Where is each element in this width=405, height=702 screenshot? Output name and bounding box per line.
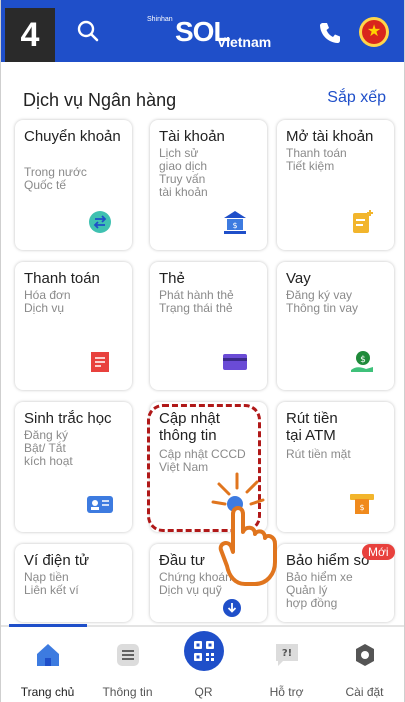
card-title: Sinh trắc học	[24, 410, 112, 427]
nav-support[interactable]: ?! Hỗ trợ	[246, 627, 327, 702]
card-subtitle: Thanh toán Tiết kiệm	[286, 146, 347, 173]
app-frame: 4 Shinhan SOL Vietnam ★ Dịch vụ Ngân hàn…	[0, 0, 405, 702]
card-title: Thanh toán	[24, 270, 100, 287]
card-subtitle: Đăng ký vay Thông tin vay	[286, 288, 359, 315]
nav-label: Cài đặt	[345, 685, 384, 699]
nav-home[interactable]: Trang chủ	[7, 627, 88, 702]
sort-button[interactable]: Sắp xếp	[327, 89, 386, 107]
new-badge: Mới	[362, 544, 395, 560]
step-badge: 4	[5, 8, 55, 62]
service-card-transfer[interactable]: Chuyển khoản Trong nước Quốc tế	[15, 120, 132, 250]
settings-icon	[356, 644, 374, 666]
phone-icon[interactable]	[317, 20, 343, 46]
logo-small-text: Shinhan	[147, 16, 173, 23]
bottom-nav: Trang chủ Thông tin QR ?! Hỗ trợ Cài đặt	[1, 627, 404, 702]
nav-settings[interactable]: Cài đặt	[324, 627, 404, 702]
card-title: Mở tài khoản	[286, 128, 374, 145]
loan-icon: $	[351, 351, 373, 372]
pointing-hand-icon	[211, 472, 277, 586]
svg-text:?!: ?!	[282, 648, 292, 659]
card-subtitle: Đăng ký Bật/ Tắt kích hoạt	[24, 428, 73, 468]
service-card-card[interactable]: Thẻ Phát hành thẻ Trạng thái thẻ	[150, 262, 267, 390]
download-icon	[223, 599, 241, 617]
svg-text:$: $	[360, 355, 366, 365]
home-icon	[37, 644, 59, 666]
nav-label: Trang chủ	[20, 685, 75, 699]
card-icon	[223, 354, 247, 370]
svg-text:$: $	[232, 221, 237, 230]
nav-label: QR	[194, 685, 213, 699]
svg-text:$: $	[359, 503, 364, 512]
search-icon[interactable]	[75, 18, 101, 44]
card-subtitle: Hóa đơn Dịch vụ	[24, 288, 71, 315]
transfer-icon	[89, 211, 111, 233]
nav-info[interactable]: Thông tin	[87, 627, 168, 702]
vietnam-flag-icon[interactable]: ★	[359, 17, 389, 47]
support-icon: ?!	[276, 644, 298, 666]
brand-logo: Shinhan SOL Vietnam	[147, 12, 277, 52]
card-subtitle: Lịch sử giao dịch Truy vấn tài khoản	[159, 146, 208, 199]
nav-label: Hỗ trợ	[269, 685, 304, 699]
service-card-biometric[interactable]: Sinh trắc học Đăng ký Bật/ Tắt kích hoạt	[15, 402, 132, 532]
service-card-open-account[interactable]: Mở tài khoản Thanh toán Tiết kiệm	[277, 120, 394, 250]
card-title: Rút tiền tại ATM	[286, 410, 338, 444]
service-card-payment[interactable]: Thanh toán Hóa đơn Dịch vụ	[15, 262, 132, 390]
card-subtitle: Bảo hiểm xe Quản lý hợp đồng	[286, 570, 353, 610]
nav-label: Thông tin	[102, 685, 153, 699]
biometric-icon	[87, 496, 113, 513]
card-subtitle: Phát hành thẻ Trạng thái thẻ	[159, 288, 234, 315]
section-title: Dịch vụ Ngân hàng	[23, 90, 177, 110]
service-card-ewallet[interactable]: Ví điện tử Nạp tiền Liên kết ví	[15, 544, 132, 622]
card-subtitle: Trong nước Quốc tế	[24, 165, 87, 192]
app-header: 4 Shinhan SOL Vietnam ★	[1, 0, 404, 62]
new-account-icon	[353, 210, 373, 233]
card-title: Ví điện tử	[24, 552, 90, 569]
atm-icon: $	[350, 494, 374, 514]
service-card-loan[interactable]: Vay Đăng ký vay Thông tin vay $	[277, 262, 394, 390]
card-title: Thẻ	[159, 270, 185, 287]
service-card-account[interactable]: Tài khoản Lịch sử giao dịch Truy vấn tài…	[150, 120, 267, 250]
qr-icon	[184, 631, 224, 671]
card-title: Chuyển khoản	[24, 128, 121, 145]
card-title: Tài khoản	[159, 128, 225, 145]
service-card-atm[interactable]: Rút tiền tại ATM Rút tiền mặt $	[277, 402, 394, 532]
bill-icon	[91, 352, 109, 372]
logo-country-text: Vietnam	[217, 34, 272, 50]
card-subtitle: Nạp tiền Liên kết ví	[24, 570, 79, 597]
bank-icon: $	[224, 211, 246, 234]
list-icon	[117, 644, 139, 666]
nav-qr[interactable]: QR	[163, 627, 244, 702]
card-subtitle: Rút tiền mặt	[286, 447, 351, 461]
card-title: Vay	[286, 270, 311, 287]
